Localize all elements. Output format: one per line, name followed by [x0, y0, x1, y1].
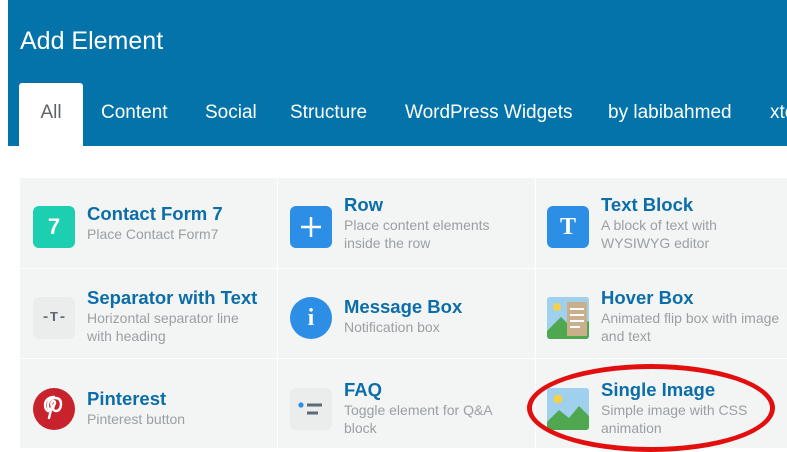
tab-social[interactable]: Social: [205, 83, 257, 146]
element-text-block[interactable]: T Text Block A block of text with WYSIWY…: [536, 178, 787, 267]
element-name: Message Box: [344, 296, 463, 317]
hover-box-icon: [547, 297, 589, 339]
element-description: Toggle element for Q&A block: [344, 402, 492, 436]
faq-icon: [290, 388, 332, 430]
element-description: Pinterest button: [87, 411, 186, 427]
dialog-header: Add Element All Content Social Structure…: [8, 0, 787, 146]
element-description: Horizontal separator line with heading: [87, 310, 239, 344]
element-description: Simple image with CSS animation: [601, 402, 748, 436]
tab-wordpress-widgets[interactable]: WordPress Widgets: [405, 83, 573, 146]
pinterest-icon: [33, 388, 75, 430]
element-name: Pinterest: [87, 388, 167, 409]
element-description: Place Contact Form7: [87, 226, 219, 242]
plus-icon: [290, 206, 332, 248]
element-message-box[interactable]: i Message Box Notification box: [278, 269, 535, 358]
tab-bar: All Content Social Structure WordPress W…: [19, 83, 787, 146]
element-name: Text Block: [601, 194, 694, 215]
element-faq[interactable]: FAQ Toggle element for Q&A block: [278, 359, 535, 448]
element-contact-form-7[interactable]: 7 Contact Form 7 Place Contact Form7: [20, 178, 277, 267]
tab-content[interactable]: Content: [101, 83, 168, 146]
element-description: Animated flip box with image and text: [601, 310, 780, 344]
element-pinterest[interactable]: Pinterest Pinterest button: [20, 359, 277, 448]
element-name: FAQ: [344, 379, 383, 400]
element-name: Contact Form 7: [87, 203, 223, 224]
info-icon: i: [290, 297, 332, 339]
image-icon: [547, 388, 589, 430]
element-separator-with-text[interactable]: -T- Separator with Text Horizontal separ…: [20, 269, 277, 358]
element-name: Hover Box: [601, 287, 694, 308]
element-name: Row: [344, 194, 384, 215]
element-description: Notification box: [344, 319, 440, 335]
tab-structure[interactable]: Structure: [290, 83, 367, 146]
element-row[interactable]: Row Place content elements inside the ro…: [278, 178, 535, 267]
element-hover-box[interactable]: Hover Box Animated flip box with image a…: [536, 269, 787, 358]
tab-all[interactable]: All: [19, 83, 83, 146]
element-single-image[interactable]: Single Image Simple image with CSS anima…: [536, 359, 787, 448]
text-block-icon: T: [547, 206, 589, 248]
element-description: Place content elements inside the row: [344, 217, 490, 251]
tab-extra[interactable]: xte: [770, 83, 787, 146]
separator-icon: -T-: [33, 297, 75, 339]
element-name: Separator with Text: [87, 287, 258, 308]
contact-form-7-icon: 7: [33, 206, 75, 248]
tab-by-labibahmed[interactable]: by labibahmed: [608, 83, 732, 146]
element-description: A block of text with WYSIWYG editor: [601, 217, 717, 251]
dialog-title: Add Element: [20, 27, 164, 55]
element-name: Single Image: [601, 379, 716, 400]
element-grid: 7 Contact Form 7 Place Contact Form7 Row…: [20, 178, 787, 448]
